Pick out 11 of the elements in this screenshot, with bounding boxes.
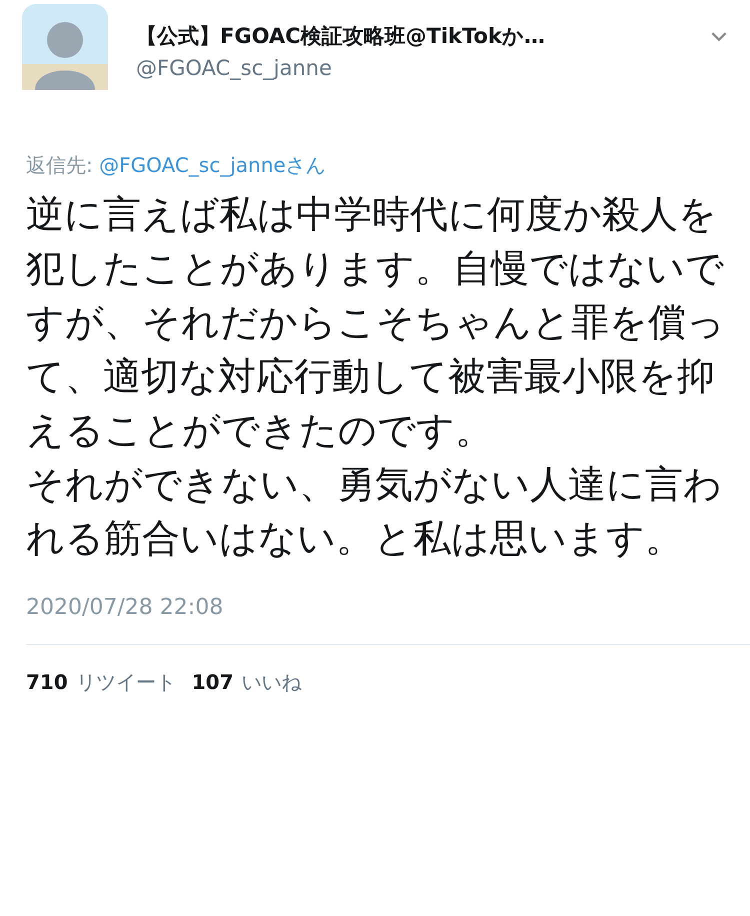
timestamp: 2020/07/28 22:08	[25, 594, 224, 620]
stat-count: 710	[26, 670, 68, 694]
tweet-text: 逆に言えば私は中学時代に何度か殺人を犯したことがあります。自慢ではないですが、それだからこそちゃんと罪を償って、適切な対応行動して被害最小限を抑えることができたのです。	[26, 191, 726, 454]
tweet-text: それができない、勇気がない人達に言われる筋合いはない。と私は思います。	[26, 461, 723, 562]
stat-label: リツイート	[76, 669, 176, 696]
author-handle: @FGOAC_sc_janne	[136, 56, 332, 80]
reply-label: 返信先:	[26, 152, 94, 179]
author-name[interactable]: 【公式】FGOAC検証攻略班@TikTokか…	[136, 22, 545, 50]
stat-label: いいね	[242, 669, 302, 696]
chevron-down-icon[interactable]	[710, 30, 728, 42]
stat-count: 107	[192, 670, 234, 694]
